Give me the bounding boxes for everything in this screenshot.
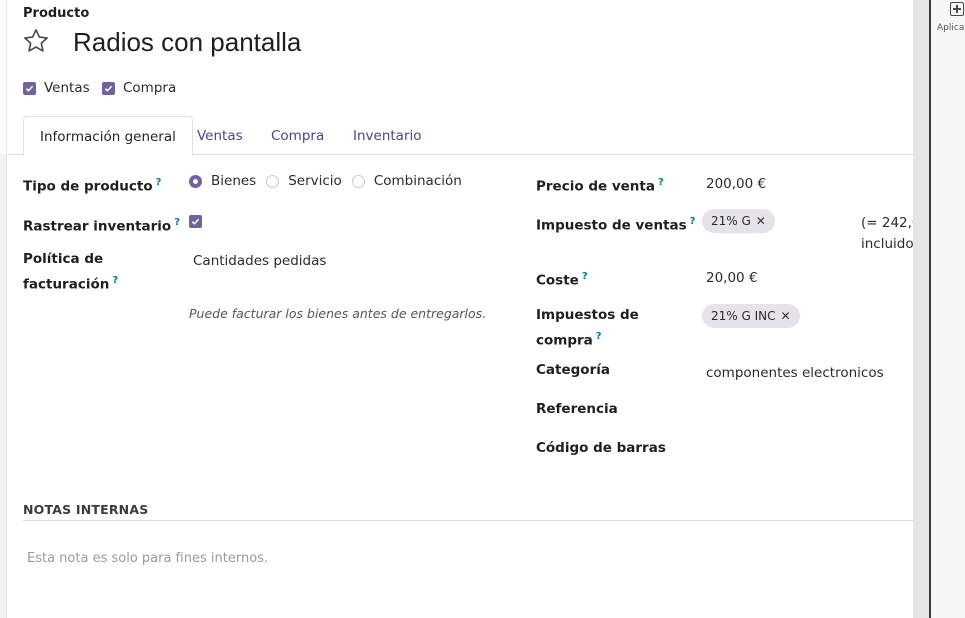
category-label: Categoría xyxy=(536,362,610,378)
purchase-tax-tag-label: 21% G INC xyxy=(711,309,776,323)
track-inventory-checkbox[interactable] xyxy=(189,215,202,228)
apps-label[interactable]: Aplicac xyxy=(937,23,965,33)
product-form-page: Producto Radios con pantalla Ventas Comp… xyxy=(0,0,965,618)
barcode-label: Código de barras xyxy=(536,440,666,456)
can-be-sold-label: Ventas xyxy=(44,80,90,96)
tax-included-price: (= 242,0 incluidos xyxy=(861,213,921,255)
help-tooltip-icon[interactable]: ? xyxy=(156,177,162,188)
remove-tag-icon[interactable]: ✕ xyxy=(756,214,766,228)
category-select[interactable]: componentes electronicos xyxy=(706,365,884,381)
sales-price-input[interactable]: 200,00 € xyxy=(706,176,766,192)
internal-notes-divider xyxy=(23,520,913,521)
reference-label: Referencia xyxy=(536,401,618,417)
invoice-policy-label-line1: Política de xyxy=(23,251,104,267)
tax-included-line1: (= 242,0 xyxy=(861,215,921,231)
purchase-tax-label-line1: Impuestos de xyxy=(536,307,639,323)
sales-tax-label-text: Impuesto de ventas xyxy=(536,217,687,234)
radio-service-label: Servicio xyxy=(288,173,342,189)
help-tooltip-icon[interactable]: ? xyxy=(174,217,180,228)
scrollbar-track[interactable] xyxy=(913,0,929,618)
side-panel: Aplicac xyxy=(931,0,965,618)
cost-input[interactable]: 20,00 € xyxy=(706,270,758,286)
product-type-goods-option[interactable]: Bienes xyxy=(189,173,256,189)
add-apps-icon[interactable] xyxy=(950,2,964,16)
radio-service[interactable] xyxy=(266,174,280,188)
radio-goods-label: Bienes xyxy=(211,173,257,189)
cost-label-text: Coste xyxy=(536,272,579,289)
check-icon xyxy=(191,218,200,225)
invoice-policy-label-line2: facturación xyxy=(23,276,110,293)
help-tooltip-icon[interactable]: ? xyxy=(596,331,602,342)
invoice-policy-select[interactable]: Cantidades pedidas xyxy=(193,253,326,269)
product-type-label-text: Tipo de producto xyxy=(23,178,153,195)
sales-tax-tag-label: 21% G xyxy=(711,214,751,228)
barcode-input[interactable] xyxy=(706,439,906,459)
purchase-tax-label-line2: compra xyxy=(536,332,593,349)
product-name-field[interactable]: Radios con pantalla xyxy=(73,27,301,58)
can-be-sold-checkbox[interactable] xyxy=(23,81,36,95)
help-tooltip-icon[interactable]: ? xyxy=(112,275,118,286)
favorite-star-icon[interactable] xyxy=(22,27,50,55)
purchase-tax-tag[interactable]: 21% G INC ✕ xyxy=(702,304,800,328)
remove-tag-icon[interactable]: ✕ xyxy=(781,309,791,323)
track-inventory-label: Rastrear inventario? xyxy=(23,212,180,238)
sales-tax-label: Impuesto de ventas? xyxy=(536,211,695,237)
product-type-radio-group: Bienes Servicio Combinación xyxy=(189,173,472,189)
purchase-tax-label: Impuestos de compra? xyxy=(536,305,639,352)
internal-notes-editor[interactable]: Esta nota es solo para fines internos. xyxy=(27,551,268,566)
can-be-purchased-checkbox[interactable] xyxy=(102,81,115,95)
radio-goods[interactable] xyxy=(189,174,202,188)
form-sheet: Producto Radios con pantalla Ventas Comp… xyxy=(7,0,921,618)
tab-inventory[interactable]: Inventario xyxy=(337,116,438,155)
can-be-sold-option[interactable]: Ventas xyxy=(23,80,90,96)
tab-purchase[interactable]: Compra xyxy=(255,116,340,155)
product-type-service-option[interactable]: Servicio xyxy=(266,173,342,189)
help-tooltip-icon[interactable]: ? xyxy=(582,271,588,282)
tab-sales[interactable]: Ventas xyxy=(181,116,259,155)
cost-label: Coste? xyxy=(536,266,588,292)
invoice-policy-hint: Puede facturar los bienes antes de entre… xyxy=(189,306,487,321)
can-be-purchased-label: Compra xyxy=(123,80,177,96)
track-inventory-label-text: Rastrear inventario xyxy=(23,218,172,235)
check-icon xyxy=(25,85,34,92)
radio-combo-label: Combinación xyxy=(373,173,462,189)
help-tooltip-icon[interactable]: ? xyxy=(658,177,664,188)
sales-price-label-text: Precio de venta xyxy=(536,178,655,195)
sales-price-label: Precio de venta? xyxy=(536,172,664,198)
form-tabs: Información general Ventas Compra Invent… xyxy=(7,116,913,156)
can-be-purchased-option[interactable]: Compra xyxy=(102,80,176,96)
product-type-combo-option[interactable]: Combinación xyxy=(351,173,462,189)
product-type-label: Tipo de producto? xyxy=(23,172,161,198)
sales-tax-tag[interactable]: 21% G ✕ xyxy=(702,209,775,233)
help-tooltip-icon[interactable]: ? xyxy=(690,216,696,227)
radio-combo[interactable] xyxy=(351,174,365,188)
invoice-policy-label: Política de facturación? xyxy=(23,249,118,296)
check-icon xyxy=(104,85,113,92)
internal-notes-title: NOTAS INTERNAS xyxy=(23,502,149,517)
form-type-label: Producto xyxy=(23,6,90,21)
tax-included-line2: incluidos xyxy=(861,236,921,252)
reference-input[interactable] xyxy=(706,400,906,420)
left-edge-lower xyxy=(0,154,7,618)
tab-general-information[interactable]: Información general xyxy=(23,116,193,156)
